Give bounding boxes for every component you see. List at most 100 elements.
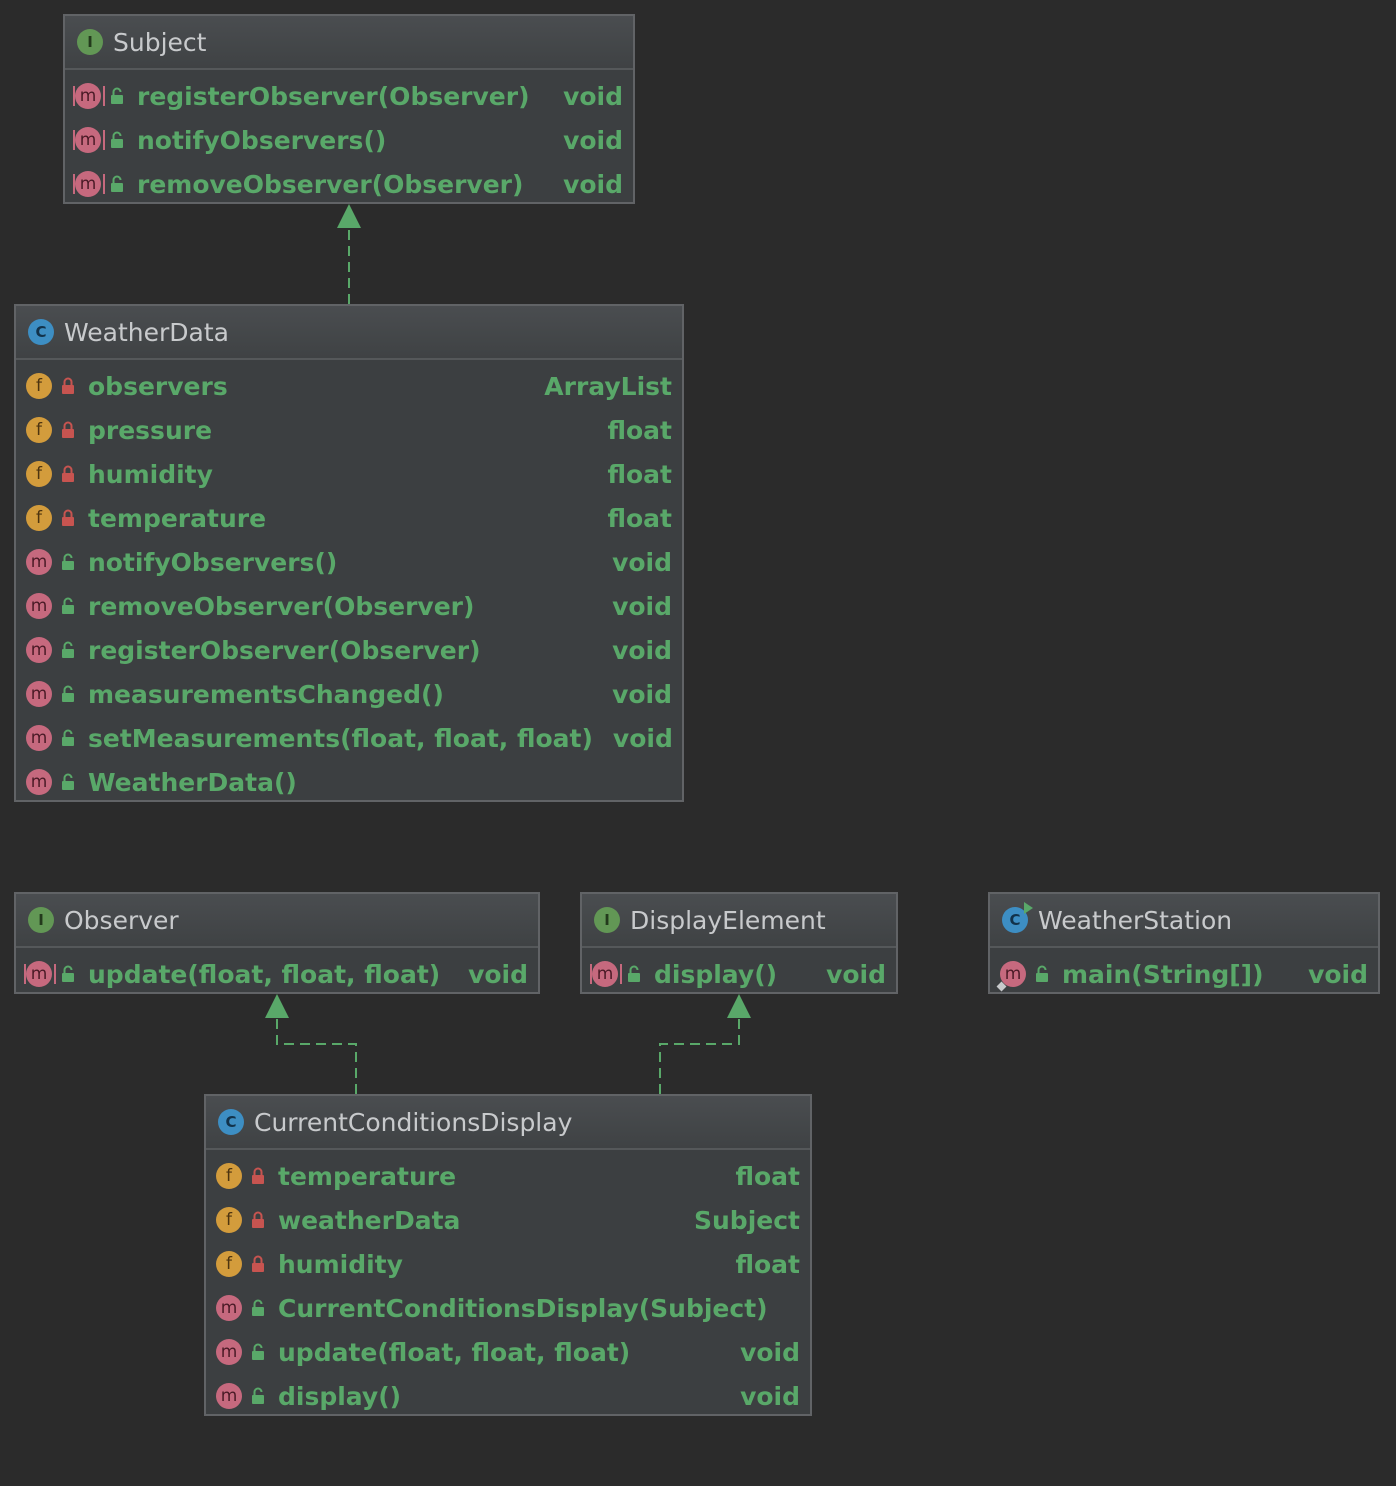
node-title: DisplayElement	[630, 905, 826, 935]
run-badge-icon	[1024, 902, 1033, 914]
method-icon: m	[216, 1383, 242, 1409]
public-unlock-icon	[60, 641, 76, 659]
field-row[interactable]: f humidity float	[16, 452, 682, 496]
method-icon: m	[26, 637, 52, 663]
field-row[interactable]: f weatherData Subject	[206, 1198, 810, 1242]
method-row[interactable]: m removeObserver(Observer) void	[65, 162, 633, 206]
private-lock-icon	[60, 377, 76, 395]
field-icon: f	[26, 505, 52, 531]
node-displayelement[interactable]: I DisplayElement m display() void	[580, 892, 898, 994]
member-name: notifyObservers()	[88, 547, 338, 577]
member-name: temperature	[278, 1161, 457, 1191]
member-name: notifyObservers()	[137, 125, 387, 155]
field-row[interactable]: f observers ArrayList	[16, 364, 682, 408]
node-header: C WeatherData	[16, 306, 682, 360]
runnable-class-icon: C	[1002, 902, 1033, 933]
node-header: I DisplayElement	[582, 894, 896, 948]
method-row[interactable]: m display() void	[206, 1374, 810, 1418]
abstract-method-icon: m	[588, 961, 622, 987]
method-icon: m	[216, 1295, 242, 1321]
method-row[interactable]: m notifyObservers() void	[65, 118, 633, 162]
public-unlock-icon	[60, 729, 76, 747]
member-name: setMeasurements(float, float, float)	[88, 723, 593, 753]
method-icon: m	[216, 1339, 242, 1365]
interface-icon: I	[77, 29, 103, 55]
method-row[interactable]: m main(String[]) void	[990, 952, 1378, 996]
public-unlock-icon	[109, 87, 125, 105]
private-lock-icon	[60, 465, 76, 483]
public-unlock-icon	[250, 1387, 266, 1405]
member-name: removeObserver(Observer)	[88, 591, 475, 621]
field-icon: f	[216, 1163, 242, 1189]
member-list: f observers ArrayList f pressure float f humidi…	[16, 360, 682, 808]
abstract-method-icon: m	[71, 83, 105, 109]
method-row[interactable]: m display() void	[582, 952, 896, 996]
class-icon: C	[218, 1109, 244, 1135]
member-name: registerObserver(Observer)	[88, 635, 481, 665]
method-row[interactable]: m update(float, float, float) void	[206, 1330, 810, 1374]
method-row[interactable]: m WeatherData()	[16, 760, 682, 804]
node-weatherstation[interactable]: C WeatherStation m main(String[]) void	[988, 892, 1380, 994]
abstract-method-icon: m	[22, 961, 56, 987]
edge-ccd-observer	[276, 1016, 357, 1094]
member-name: humidity	[88, 459, 213, 489]
node-title: Observer	[64, 905, 179, 935]
node-header: I Observer	[16, 894, 538, 948]
method-row[interactable]: m notifyObservers() void	[16, 540, 682, 584]
private-lock-icon	[60, 509, 76, 527]
member-list: m registerObserver(Observer) void m notifyOb…	[65, 70, 633, 210]
class-icon: C	[28, 319, 54, 345]
method-row[interactable]: m registerObserver(Observer) void	[16, 628, 682, 672]
private-lock-icon	[250, 1167, 266, 1185]
interface-icon: I	[28, 907, 54, 933]
member-type: void	[563, 81, 623, 111]
member-list: m display() void	[582, 948, 896, 1000]
member-name: observers	[88, 371, 228, 401]
public-unlock-icon	[60, 685, 76, 703]
method-icon: m	[26, 725, 52, 751]
field-icon: f	[216, 1251, 242, 1277]
member-name: CurrentConditionsDisplay(Subject)	[278, 1293, 768, 1323]
member-type: float	[607, 503, 672, 533]
member-list: m update(float, float, float) void	[16, 948, 538, 1000]
member-name: measurementsChanged()	[88, 679, 444, 709]
node-currentconditionsdisplay[interactable]: C CurrentConditionsDisplay f temperature flo…	[204, 1094, 812, 1416]
node-weatherdata[interactable]: C WeatherData f observers ArrayList f pressure…	[14, 304, 684, 802]
field-row[interactable]: f humidity float	[206, 1242, 810, 1286]
member-name: weatherData	[278, 1205, 461, 1235]
node-observer[interactable]: I Observer m update(float, float, float) voi…	[14, 892, 540, 994]
member-name: humidity	[278, 1249, 403, 1279]
field-icon: f	[26, 373, 52, 399]
node-title: WeatherStation	[1038, 905, 1233, 935]
method-row[interactable]: m update(float, float, float) void	[16, 952, 538, 996]
member-type: void	[826, 959, 886, 989]
member-name: display()	[654, 959, 778, 989]
field-row[interactable]: f temperature float	[206, 1154, 810, 1198]
public-unlock-icon	[109, 131, 125, 149]
method-row[interactable]: m measurementsChanged() void	[16, 672, 682, 716]
member-name: removeObserver(Observer)	[137, 169, 524, 199]
field-row[interactable]: f temperature float	[16, 496, 682, 540]
method-icon: m	[26, 681, 52, 707]
member-type: void	[612, 591, 672, 621]
member-type: float	[607, 459, 672, 489]
public-unlock-icon	[1034, 965, 1050, 983]
method-icon: m	[26, 593, 52, 619]
member-name: main(String[])	[1062, 959, 1264, 989]
public-unlock-icon	[60, 553, 76, 571]
member-type: void	[563, 169, 623, 199]
method-row[interactable]: m setMeasurements(float, float, float) voi…	[16, 716, 682, 760]
method-row[interactable]: m registerObserver(Observer) void	[65, 74, 633, 118]
member-type: void	[740, 1381, 800, 1411]
public-unlock-icon	[60, 773, 76, 791]
private-lock-icon	[250, 1255, 266, 1273]
edge-ccd-displayelement	[659, 1016, 740, 1094]
member-type: void	[563, 125, 623, 155]
node-subject[interactable]: I Subject m registerObserver(Observer) void m…	[63, 14, 635, 204]
field-row[interactable]: f pressure float	[16, 408, 682, 452]
method-row[interactable]: m CurrentConditionsDisplay(Subject)	[206, 1286, 810, 1330]
member-name: pressure	[88, 415, 213, 445]
method-row[interactable]: m removeObserver(Observer) void	[16, 584, 682, 628]
member-type: void	[612, 547, 672, 577]
member-type: ArrayList	[544, 371, 672, 401]
